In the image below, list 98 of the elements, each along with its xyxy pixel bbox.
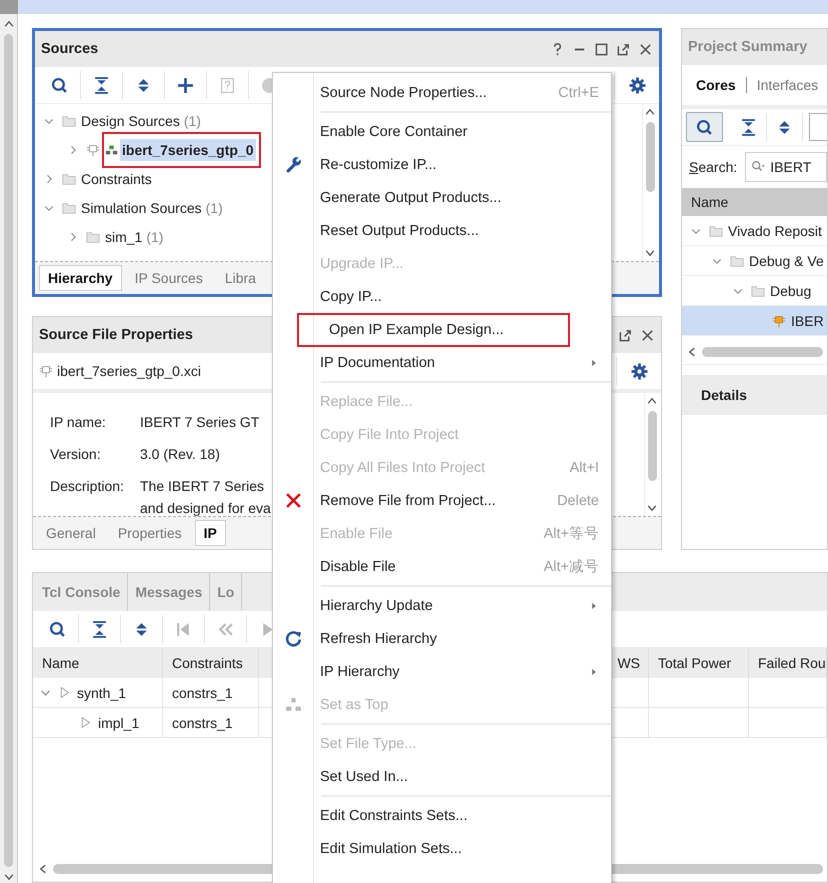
property-label: IP name: [50,413,107,432]
run-triangle-icon [58,686,71,699]
item-count: (1) [184,112,201,128]
tree-item[interactable]: ibert_7series_gtp_0 [120,138,256,160]
folder-icon [751,284,765,298]
item-count: (1) [146,228,164,244]
selected-row[interactable]: IBER [682,306,827,336]
menu-item[interactable]: IP Documentation [320,354,435,370]
tab[interactable]: General [37,520,105,546]
column-header[interactable]: Failed Rou [749,648,827,678]
float-window-icon[interactable] [616,42,631,56]
settings-icon[interactable] [630,362,648,380]
run-triangle-icon [79,716,92,729]
tree-item[interactable]: Debug & Ve [749,252,824,268]
column-header[interactable]: Name [682,188,827,216]
search-icon [696,118,713,136]
file-name: ibert_7series_gtp_0.xci [57,363,201,379]
menu-item[interactable]: Re-customize IP... [320,156,437,172]
close-icon[interactable] [640,328,655,342]
tab[interactable]: IP Sources [126,265,212,291]
panel-title: Source File Properties [39,327,193,343]
collapse-all-icon[interactable] [91,620,108,638]
chip-icon [772,314,786,328]
blocks-icon [105,142,119,156]
menu-item[interactable]: Disable File [320,558,396,574]
tree-item[interactable]: IBER [791,312,824,328]
table-cell: impl_1 [98,714,140,730]
column-header[interactable]: Constraints [163,648,259,678]
wrench-icon [284,156,302,173]
search-button[interactable] [686,112,723,142]
search-field[interactable]: IBERT [745,152,827,182]
tree-item[interactable]: Vivado Reposit [728,222,822,238]
table-cell: synth_1 [77,684,126,700]
search-icon[interactable] [49,620,66,638]
shortcut-label: Delete [557,492,599,508]
folder-icon [62,114,76,128]
tab[interactable]: Hierarchy [39,265,122,291]
chip-icon [86,142,100,156]
table-cell: constrs_1 [172,714,233,730]
tree-item[interactable]: Constraints [81,170,152,186]
tree-item[interactable]: sim_1 [105,228,142,244]
settings-icon[interactable] [628,76,646,94]
maximize-icon[interactable] [594,42,609,56]
shortcut-label: Alt+等号 [544,525,599,543]
menu-item[interactable]: Hierarchy Update [320,598,433,614]
collapse-all-icon[interactable] [93,76,110,94]
menu-item[interactable]: Source Node Properties... [320,84,487,100]
menu-item[interactable]: Refresh Hierarchy [320,630,437,646]
folder-icon [62,200,76,214]
menu-item[interactable]: IP Hierarchy [320,664,400,680]
section-title: Details [682,375,827,415]
blocks-icon [284,696,302,713]
plus-icon[interactable] [177,76,194,94]
panel-title: Project Summary [688,39,808,55]
folder-icon [730,254,744,268]
menu-item[interactable]: Open IP Example Design... [297,312,570,346]
menu-item[interactable]: Generate Output Products... [320,190,502,206]
close-icon[interactable] [638,42,653,56]
tree-item[interactable]: Debug [770,282,812,298]
search-label: Search: [689,159,738,175]
property-label: Version: [50,445,102,464]
menu-item[interactable]: Remove File from Project... [320,492,496,508]
tab[interactable]: Libra [216,265,265,291]
vertical-scrollbar[interactable] [0,14,18,883]
menu-item[interactable]: Edit Simulation Sets... [320,840,462,856]
menu-item[interactable]: Set Used In... [320,768,408,784]
property-value: and designed for eva [140,499,271,518]
folder-icon [62,172,76,186]
menu-item[interactable]: Edit Constraints Sets... [320,808,468,824]
folder-icon [709,224,723,238]
chip-icon [39,364,53,378]
folder-icon [86,230,100,244]
tree-item[interactable]: Simulation Sources [81,200,202,216]
menu-item[interactable]: Enable Core Container [320,124,468,140]
tab[interactable]: IP [194,520,226,546]
menu-item[interactable]: Reset Output Products... [320,222,479,238]
shortcut-label: Alt+减号 [544,558,599,576]
menu-item[interactable]: Copy IP... [320,288,382,304]
refresh-icon [284,630,302,647]
tab[interactable]: Interfaces [756,77,818,93]
float-window-icon[interactable] [618,328,633,342]
tab[interactable]: Properties [108,520,191,546]
panel-title: Sources [41,41,98,57]
tree-item[interactable]: Design Sources [81,112,180,128]
column-header[interactable]: Total Power [649,648,749,678]
column-header[interactable]: Name [33,648,163,678]
collapse-all-icon[interactable] [740,118,757,136]
tab[interactable]: Cores [696,77,736,93]
search-icon[interactable] [51,76,68,94]
cross-icon [284,492,302,509]
table-cell: constrs_1 [172,684,233,700]
property-value: 3.0 (Rev. 18) [140,445,220,464]
property-value: IBERT 7 Series GT [140,413,260,432]
shortcut-label: Alt+I [570,460,599,476]
property-value: The IBERT 7 Series [140,477,264,496]
shortcut-label: Ctrl+E [558,84,599,100]
item-count: (1) [206,200,223,216]
property-label: Description: [50,477,125,496]
